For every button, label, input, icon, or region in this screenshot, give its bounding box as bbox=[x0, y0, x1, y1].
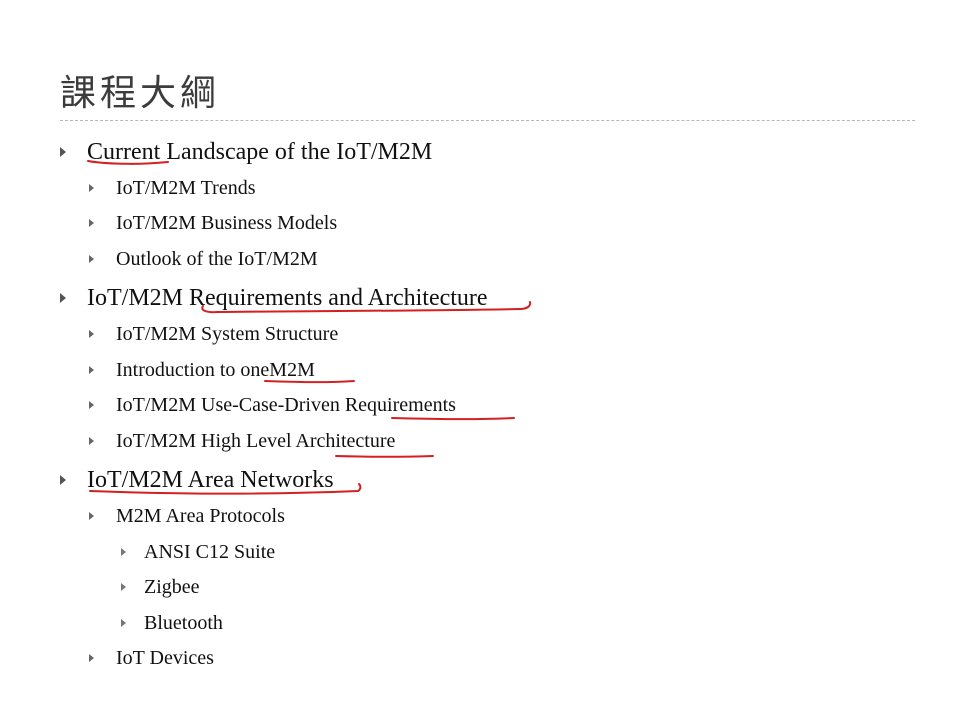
bullet-icon bbox=[89, 654, 94, 662]
bullet-icon bbox=[60, 293, 66, 303]
outline-item-1-1: IoT/M2M Trends bbox=[116, 177, 256, 199]
bullet-icon bbox=[89, 219, 94, 227]
bullet-icon bbox=[60, 147, 66, 157]
underline-architecture bbox=[335, 455, 434, 458]
bullet-icon bbox=[89, 437, 94, 445]
outline-item-2-2: Introduction to oneM2M bbox=[116, 359, 315, 381]
outline-item-2: IoT/M2M Requirements and Architecture bbox=[87, 285, 488, 311]
outline-item-1-2: IoT/M2M Business Models bbox=[116, 212, 338, 234]
outline-item-3-1-3: Bluetooth bbox=[144, 612, 223, 634]
outline-item-3-2: IoT Devices bbox=[116, 647, 214, 669]
outline-item-2-3: IoT/M2M Use-Case-Driven Requirements bbox=[116, 394, 456, 416]
bullet-icon bbox=[89, 512, 94, 520]
bullet-icon bbox=[121, 619, 126, 627]
bullet-icon bbox=[121, 583, 126, 591]
underline-requirements bbox=[391, 417, 515, 421]
outline-item-3-1-2: Zigbee bbox=[144, 576, 200, 598]
title-divider bbox=[60, 120, 915, 121]
outline-item-1-3: Outlook of the IoT/M2M bbox=[116, 248, 318, 270]
bullet-icon bbox=[121, 548, 126, 556]
bullet-icon bbox=[89, 184, 94, 192]
underline-onem2m bbox=[264, 380, 355, 384]
bullet-icon bbox=[89, 255, 94, 263]
bullet-icon bbox=[60, 475, 66, 485]
bullet-icon bbox=[89, 366, 94, 374]
outline-item-3: IoT/M2M Area Networks bbox=[87, 467, 334, 493]
outline-item-3-1: M2M Area Protocols bbox=[116, 505, 285, 527]
bullet-icon bbox=[89, 330, 94, 338]
slide: 課程大綱 Current Landscape of the IoT/M2M Io… bbox=[0, 0, 960, 720]
outline-item-1: Current Landscape of the IoT/M2M bbox=[87, 139, 433, 165]
bullet-icon bbox=[89, 401, 94, 409]
slide-title: 課程大綱 bbox=[60, 73, 221, 114]
outline-item-3-1-1: ANSI C12 Suite bbox=[144, 541, 276, 563]
outline-item-2-1: IoT/M2M System Structure bbox=[116, 323, 339, 345]
outline-item-2-4: IoT/M2M High Level Architecture bbox=[116, 430, 396, 452]
